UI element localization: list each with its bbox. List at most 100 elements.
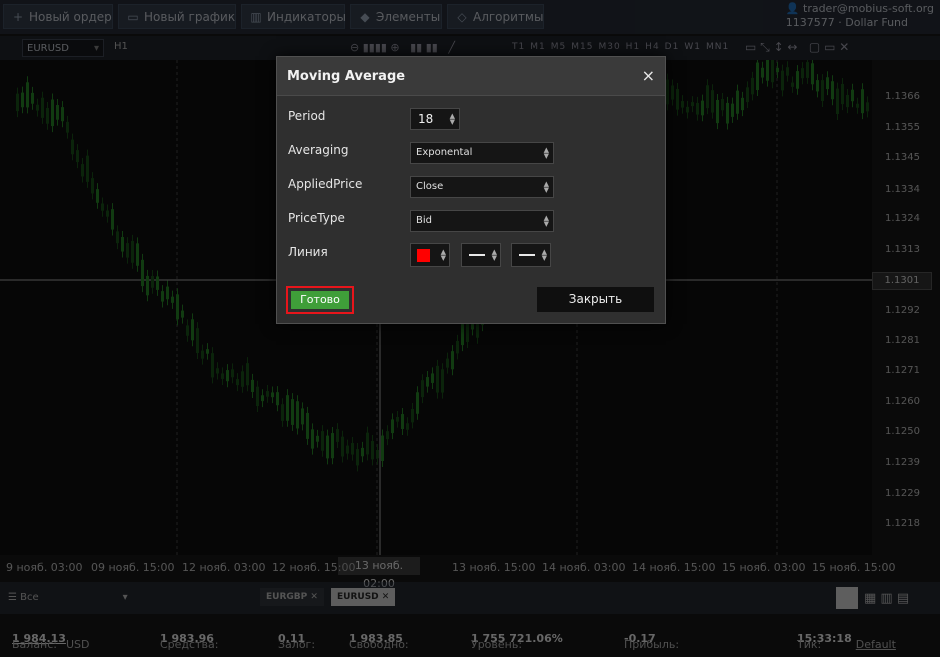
candle-body <box>446 358 449 368</box>
algorithms-label: Алгоритмы <box>473 10 544 24</box>
candle-body <box>81 164 84 177</box>
tab-eurusd[interactable]: EURUSD ✕ <box>331 588 396 606</box>
timeframe-t1[interactable]: T1 <box>512 42 525 52</box>
line-color-select[interactable]: ▲ ▼ <box>410 243 450 267</box>
chevron-down-icon: ▾ <box>122 592 128 603</box>
candle-body <box>376 449 379 459</box>
price-tick-label: 1.1355 <box>885 122 920 133</box>
algorithms-button[interactable]: ◇ Алгоритмы <box>447 4 544 29</box>
candle-body <box>246 363 249 386</box>
indicators-button[interactable]: ▥ Индикаторы <box>241 4 346 29</box>
candle-body <box>701 100 704 116</box>
user-email: trader@mobius-soft.org <box>803 2 934 15</box>
candle-body <box>736 90 739 114</box>
candle-body <box>226 370 229 382</box>
candle-body <box>21 92 24 108</box>
candle-body <box>366 432 369 455</box>
candle-body <box>281 404 284 421</box>
candle-body <box>66 121 69 133</box>
filter-select[interactable]: ☰ Все ▾ <box>8 592 128 603</box>
candle-body <box>356 449 359 466</box>
done-button-highlight: Готово <box>286 286 354 314</box>
zoom-controls[interactable]: ⊖ ▮▮▮▮ ⊕ ▮▮ ▮▮ ╱ <box>350 41 455 54</box>
new-order-label: Новый ордер <box>29 10 112 24</box>
candle-body <box>421 380 424 398</box>
timeframe-m1[interactable]: M1 <box>530 42 546 52</box>
candle-body <box>126 243 129 258</box>
candle-body <box>666 79 669 105</box>
averaging-select[interactable]: Exponental ▲ ▼ <box>410 142 554 164</box>
timeframe-m15[interactable]: M15 <box>571 42 593 52</box>
candle-body <box>391 419 394 434</box>
close-icon[interactable]: ✕ <box>310 592 318 602</box>
level-label: Уровень: <box>471 638 523 651</box>
price-type-select[interactable]: Bid ▲ ▼ <box>410 210 554 232</box>
candle-body <box>216 368 219 374</box>
color-swatch <box>417 249 430 262</box>
time-axis: 9 нояб. 03:00 09 нояб. 15:00 12 нояб. 03:0… <box>0 557 896 577</box>
layout-single-icon[interactable] <box>836 587 858 609</box>
period-value: 18 <box>418 112 434 126</box>
close-icon[interactable]: ✕ <box>382 592 390 602</box>
candle-body <box>271 392 274 398</box>
select-arrows-icon: ▲ ▼ <box>543 180 549 194</box>
candle-body <box>46 107 49 124</box>
layout-icons[interactable]: ▦ ▥ ▤ <box>864 591 909 606</box>
candle-body <box>96 189 99 203</box>
candle-body <box>741 97 744 111</box>
time-tick-label: 12 нояб. 03:00 <box>182 561 266 574</box>
done-button[interactable]: Готово <box>291 291 349 309</box>
close-button[interactable]: Закрыть <box>537 287 654 312</box>
timeframe-d1[interactable]: D1 <box>665 42 680 52</box>
timeframe-m5[interactable]: M5 <box>551 42 567 52</box>
applied-price-label: AppliedPrice <box>288 177 363 191</box>
tick-label: Тик: <box>797 638 822 651</box>
candle-body <box>781 70 784 91</box>
timeframe-h1[interactable]: H1 <box>626 42 641 52</box>
profile-default-link[interactable]: Default <box>856 638 896 651</box>
spinner-arrows-icon[interactable]: ▲ ▼ <box>450 113 455 126</box>
candle-body <box>826 77 829 90</box>
elements-button[interactable]: ◆ Элементы <box>350 4 442 29</box>
candle-body <box>316 435 319 442</box>
moving-average-dialog: Moving Average × Period 18 ▲ ▼ Averaging E… <box>276 56 666 324</box>
timeframe-w1[interactable]: W1 <box>684 42 701 52</box>
current-price-label: 1.1301 <box>872 272 932 290</box>
candle-body <box>786 67 789 76</box>
equity-label: Средства: <box>160 638 219 651</box>
candle-body <box>341 436 344 457</box>
candle-body <box>236 379 239 386</box>
candle-body <box>156 276 159 290</box>
timeframe-m30[interactable]: M30 <box>598 42 620 52</box>
line-width-select[interactable]: ▲ ▼ <box>461 243 501 267</box>
candle-body <box>36 104 39 111</box>
select-arrows-icon: ▲ ▼ <box>440 248 446 262</box>
close-icon[interactable]: × <box>642 66 655 85</box>
line-style-select[interactable]: ▲ ▼ <box>511 243 551 267</box>
timeframe-mn1[interactable]: MN1 <box>706 42 729 52</box>
price-tick-label: 1.1324 <box>885 213 920 224</box>
candle-body <box>251 379 254 392</box>
candle-body <box>816 80 819 92</box>
timeframe-h4[interactable]: H4 <box>645 42 660 52</box>
symbol-select[interactable]: EURUSD ▾ <box>22 39 104 57</box>
candle-body <box>451 351 454 370</box>
period-stepper[interactable]: 18 ▲ ▼ <box>410 108 460 130</box>
new-order-button[interactable]: + Новый ордер <box>3 4 113 29</box>
applied-price-select[interactable]: Close ▲ ▼ <box>410 176 554 198</box>
averaging-label: Averaging <box>288 143 349 157</box>
tab-eurgbp[interactable]: EURGBP ✕ <box>260 588 324 606</box>
candle-body <box>796 71 799 89</box>
time-tick-label: 13 нояб. 15:00 <box>452 561 536 574</box>
chart-tools[interactable]: ▭ ⤡ ↕ ↔ ▢ ▭ ✕ <box>745 40 849 55</box>
candle-body <box>191 319 194 341</box>
user-info[interactable]: 👤 trader@mobius-soft.org 1137577 · Dolla… <box>786 2 934 30</box>
select-arrows-icon: ▲ ▼ <box>541 248 547 262</box>
symbol-value: EURUSD <box>27 43 69 54</box>
candle-body <box>821 80 824 102</box>
new-chart-button[interactable]: ▭ Новый график <box>118 4 236 29</box>
candle-body <box>751 77 754 95</box>
candle-body <box>761 67 764 78</box>
candle-body <box>771 60 774 83</box>
candle-body <box>201 350 204 359</box>
